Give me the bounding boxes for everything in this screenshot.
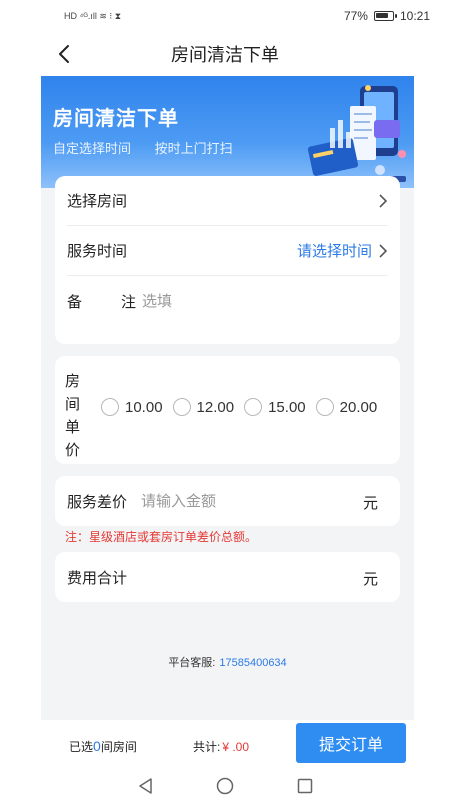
signal-icons: HD ⁴ᴳ.ıll ≋ ⁝ ⧗ xyxy=(64,10,122,21)
radio-icon xyxy=(172,398,191,416)
total-label: 费用合计 xyxy=(67,569,128,587)
status-bar: HD ⁴ᴳ.ıll ≋ ⁝ ⧗ 77% 10:21 xyxy=(0,0,450,32)
select-room-row[interactable]: 选择房间 xyxy=(67,176,388,226)
customer-service: 平台客服: 17585400634 xyxy=(41,654,414,670)
page-title: 房间清洁下单 xyxy=(171,45,279,65)
banner-subtitle-2: 按时上门打扫 xyxy=(154,141,233,156)
chevron-right-icon xyxy=(379,193,388,208)
selected-rooms: 已选0间房间 xyxy=(69,738,137,754)
service-diff-label: 服务差价 xyxy=(67,493,128,511)
total-card: 费用合计 元 xyxy=(55,552,400,602)
nav-home-button[interactable] xyxy=(215,776,235,796)
customer-service-label: 平台客服: xyxy=(168,657,216,669)
price-options: 10.00 12.00 15.00 20.00 xyxy=(101,398,379,416)
banner: 房间清洁下单 自定选择时间 按时上门打扫 xyxy=(41,76,414,188)
price-option-15[interactable]: 15.00 xyxy=(244,398,306,416)
bottom-bar: 已选0间房间 共计: ¥ .00 提交订单 xyxy=(41,720,414,772)
clock: 10:21 xyxy=(399,9,430,23)
remark-label: 备注 xyxy=(67,293,137,311)
radio-icon xyxy=(244,398,263,416)
select-room-label: 选择房间 xyxy=(67,193,128,210)
status-right: 77% 10:21 xyxy=(344,9,430,23)
status-icons: HD ⁴ᴳ.ıll ≋ ⁝ ⧗ xyxy=(64,11,121,22)
service-diff-unit: 元 xyxy=(362,495,378,512)
price-note: 注：星级酒店或套房订单差价总额。 xyxy=(65,530,258,544)
total-price: 共计: ¥ .00 xyxy=(193,740,250,754)
service-time-row[interactable]: 服务时间 请选择时间 xyxy=(67,226,388,276)
room-card: 选择房间 服务时间 请选择时间 备注 xyxy=(55,176,400,344)
radio-icon xyxy=(315,398,334,416)
service-diff-row: 服务差价 xyxy=(67,476,388,526)
square-recents-icon xyxy=(297,778,313,794)
banner-subtitle-1: 自定选择时间 xyxy=(53,141,132,156)
radio-icon xyxy=(101,398,119,416)
service-time-label: 服务时间 xyxy=(67,243,128,260)
price-option-20[interactable]: 20.00 xyxy=(315,398,377,416)
circle-home-icon xyxy=(216,777,234,795)
customer-service-phone[interactable]: 17585400634 xyxy=(219,657,286,669)
nav-bar: 房间清洁下单 xyxy=(0,32,450,76)
price-card: 房间单价 10.00 12.00 15.00 20.00 xyxy=(55,356,400,464)
battery-icon xyxy=(373,11,397,21)
submit-order-button[interactable]: 提交订单 xyxy=(296,723,406,763)
price-option-12[interactable]: 12.00 xyxy=(172,398,234,416)
selected-count: 0 xyxy=(93,738,101,754)
chevron-right-icon xyxy=(379,243,388,258)
chevron-left-icon xyxy=(59,45,69,63)
main-content: 房间清洁下单 自定选择时间 按时上门打扫 选择房间 服务时间 请选择时间 备 注… xyxy=(41,76,414,720)
system-nav-bar xyxy=(0,772,450,800)
nav-recents-button[interactable] xyxy=(295,776,315,796)
nav-back-button[interactable] xyxy=(135,776,155,796)
back-button[interactable] xyxy=(52,40,76,68)
service-diff-card: 服务差价 元 xyxy=(55,476,400,526)
service-time-value: 请选择时间 xyxy=(297,240,388,261)
banner-subtitle: 自定选择时间 按时上门打扫 xyxy=(53,138,253,157)
total-row: 费用合计 xyxy=(67,552,388,602)
banner-title: 房间清洁下单 xyxy=(53,108,179,130)
total-unit: 元 xyxy=(362,571,378,588)
phone-payment-illustration xyxy=(307,85,406,182)
total-amount: ¥ .00 xyxy=(222,740,250,754)
service-time-placeholder: 请选择时间 xyxy=(296,243,372,260)
triangle-back-icon xyxy=(139,778,152,794)
remark-input[interactable] xyxy=(142,292,343,310)
battery-percent: 77% xyxy=(343,9,368,23)
service-diff-input[interactable] xyxy=(141,492,322,510)
price-option-10[interactable]: 10.00 xyxy=(101,398,163,416)
remark-row: 备注 xyxy=(67,276,388,326)
room-price-label: 房间单价 xyxy=(65,373,81,459)
